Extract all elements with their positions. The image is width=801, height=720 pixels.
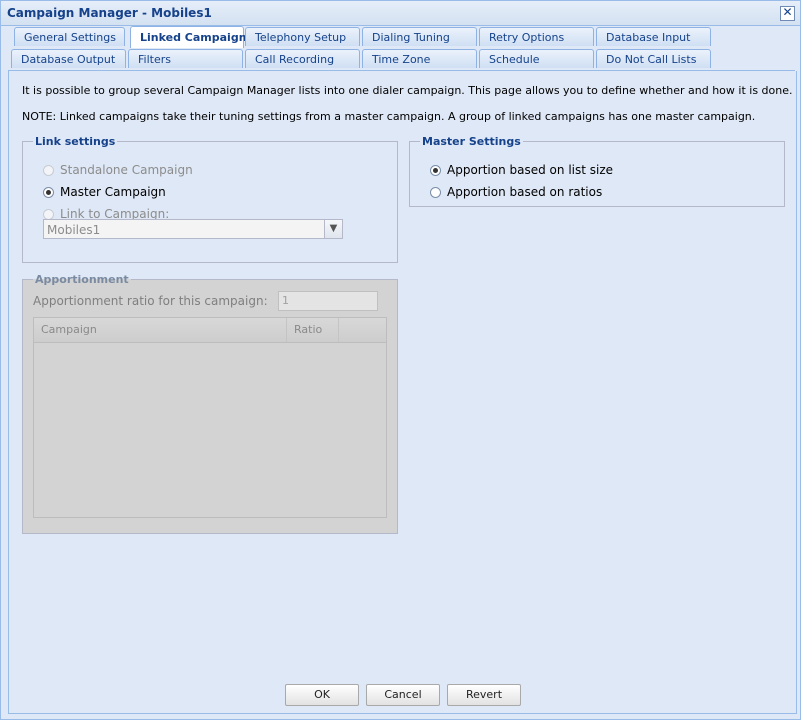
apportion-list-size-option[interactable]: Apportion based on list size: [430, 161, 613, 179]
grid-header: Campaign Ratio: [34, 318, 386, 343]
campaign-select-value: Mobiles1: [47, 223, 101, 237]
master-campaign-radio[interactable]: [43, 186, 54, 198]
apportion-list-size-radio[interactable]: [430, 164, 441, 176]
tab-strip: General Settings Linked Campaign Telepho…: [8, 26, 795, 71]
apportionment-body: Apportionment ratio for this campaign: 1…: [22, 273, 396, 532]
master-campaign-option[interactable]: Master Campaign: [43, 183, 166, 201]
revert-button[interactable]: Revert: [447, 684, 521, 706]
close-icon[interactable]: ✕: [780, 6, 795, 21]
standalone-campaign-option: Standalone Campaign: [43, 161, 193, 179]
tab-schedule[interactable]: Schedule: [479, 49, 594, 68]
title-bar: Campaign Manager - Mobiles1 ✕: [1, 1, 800, 26]
apportion-ratios-label: Apportion based on ratios: [447, 185, 603, 199]
chevron-down-icon: ▼: [324, 220, 342, 238]
intro-text: It is possible to group several Campaign…: [22, 84, 793, 97]
apportionment-ratio-input: 1: [278, 291, 378, 311]
campaign-select: Mobiles1 ▼: [43, 219, 343, 239]
apportionment-ratio-label: Apportionment ratio for this campaign:: [33, 294, 268, 308]
tab-linked-campaign[interactable]: Linked Campaign: [130, 26, 247, 48]
column-ratio: Ratio: [287, 318, 339, 342]
tab-time-zone[interactable]: Time Zone: [362, 49, 477, 68]
tab-call-recording[interactable]: Call Recording: [245, 49, 360, 68]
master-settings-body: Apportion based on list size Apportion b…: [409, 135, 783, 205]
apportion-list-size-label: Apportion based on list size: [447, 163, 614, 177]
standalone-label: Standalone Campaign: [60, 163, 193, 177]
tab-telephony-setup[interactable]: Telephony Setup: [245, 27, 360, 46]
note-text: NOTE: Linked campaigns take their tuning…: [22, 110, 756, 123]
column-campaign: Campaign: [34, 318, 287, 342]
apportionment-grid: Campaign Ratio: [33, 317, 387, 518]
tab-database-output[interactable]: Database Output: [11, 49, 126, 68]
link-settings-body: Standalone Campaign Master Campaign Link…: [22, 135, 396, 261]
standalone-radio: [43, 164, 54, 176]
tab-do-not-call-lists[interactable]: Do Not Call Lists: [596, 49, 711, 68]
cancel-button[interactable]: Cancel: [366, 684, 440, 706]
apportion-ratios-radio[interactable]: [430, 186, 441, 198]
ok-button[interactable]: OK: [285, 684, 359, 706]
campaign-manager-window: Campaign Manager - Mobiles1 ✕ General Se…: [0, 0, 801, 720]
link-to-campaign-radio: [43, 208, 54, 220]
master-campaign-label: Master Campaign: [60, 185, 166, 199]
tab-general-settings[interactable]: General Settings: [14, 27, 125, 46]
tab-filters[interactable]: Filters: [128, 49, 243, 68]
apportion-ratios-option[interactable]: Apportion based on ratios: [430, 183, 602, 201]
linked-campaign-panel: It is possible to group several Campaign…: [8, 71, 797, 714]
tab-retry-options[interactable]: Retry Options: [479, 27, 594, 46]
window-title: Campaign Manager - Mobiles1: [7, 6, 212, 20]
tab-dialing-tuning[interactable]: Dialing Tuning: [362, 27, 477, 46]
tab-database-input[interactable]: Database Input: [596, 27, 711, 46]
